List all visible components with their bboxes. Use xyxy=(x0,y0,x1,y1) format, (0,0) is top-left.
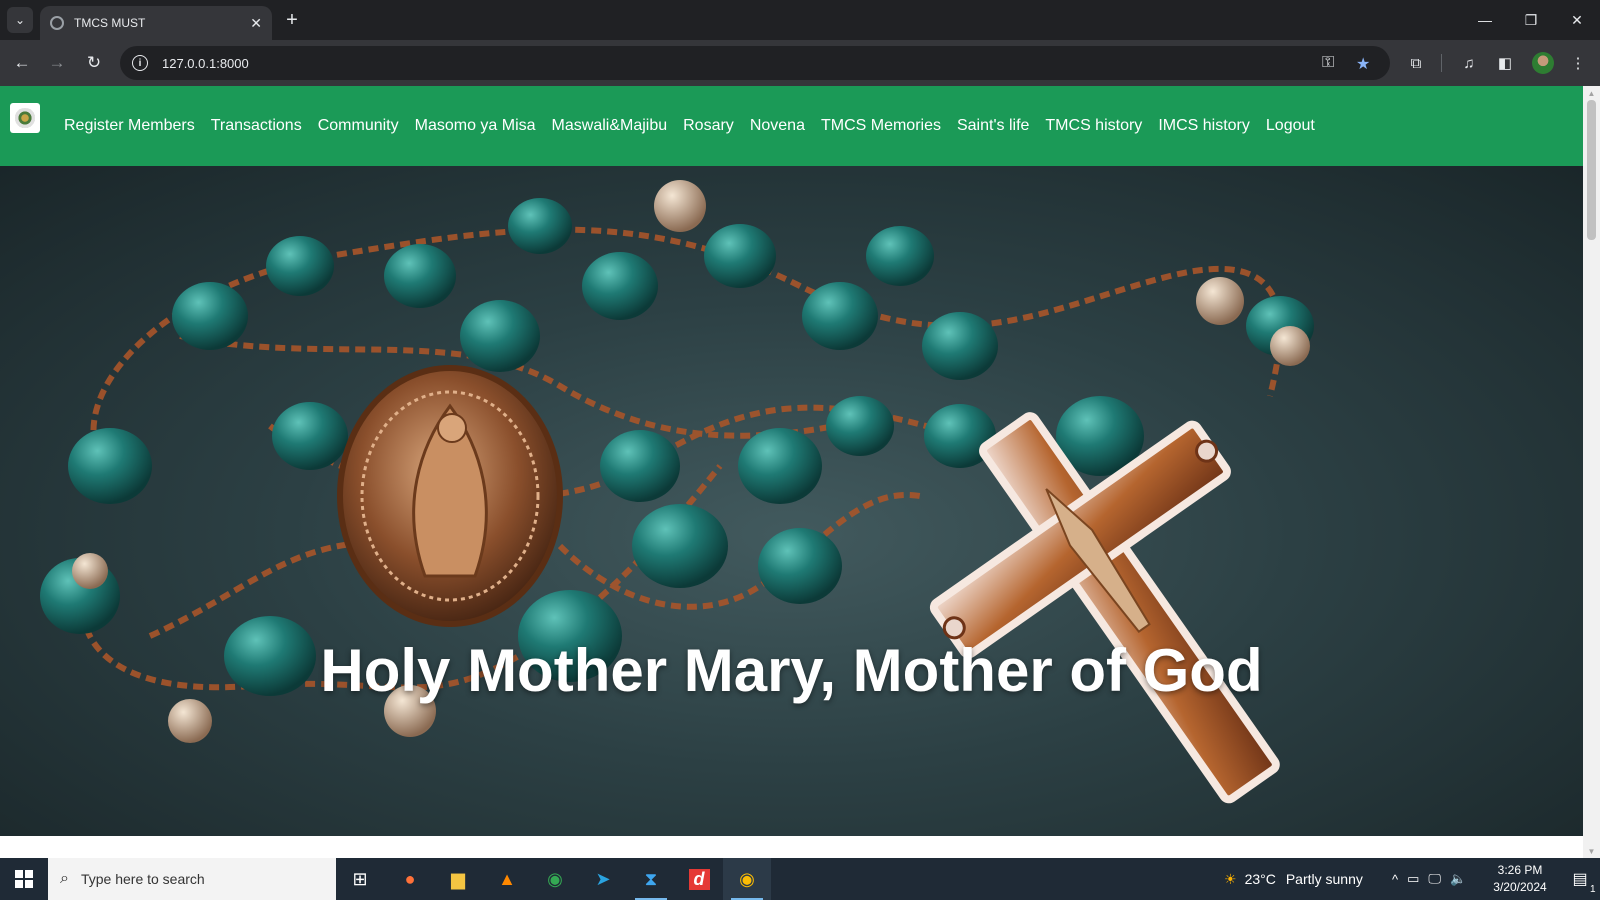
hero-banner: Holy Mother Mary, Mother of God xyxy=(0,166,1583,836)
d-app-icon[interactable]: d xyxy=(675,858,723,900)
profile-avatar[interactable] xyxy=(1532,52,1554,74)
nav-tmcs-memories[interactable]: TMCS Memories xyxy=(821,117,941,135)
minimize-button[interactable]: — xyxy=(1462,0,1508,40)
browser-tabstrip: ⌄ TMCS MUST ✕ + — ❐ ✕ xyxy=(0,0,1600,40)
notification-count-badge: 1 xyxy=(1590,884,1596,895)
tab-close-icon[interactable]: ✕ xyxy=(250,15,262,32)
weather-desc: Partly sunny xyxy=(1285,871,1363,887)
telegram-icon[interactable]: ➤ xyxy=(579,858,627,900)
network-icon[interactable]: 🖵 xyxy=(1428,871,1441,887)
scroll-down-arrow-icon[interactable]: ▼ xyxy=(1583,844,1600,858)
weather-widget[interactable]: ☀ 23°C Partly sunny xyxy=(1224,858,1363,900)
vscode-icon[interactable]: ⧗ xyxy=(627,858,675,900)
windows-logo-icon xyxy=(15,870,33,888)
nav-maswali-majibu[interactable]: Maswali&Majibu xyxy=(552,117,668,135)
tab-title: TMCS MUST xyxy=(74,16,146,30)
search-icon: ⌕ xyxy=(60,870,69,887)
vlc-icon[interactable]: ▲ xyxy=(483,858,531,900)
miraculous-medal xyxy=(337,365,563,627)
scrollbar-thumb[interactable] xyxy=(1587,100,1596,240)
address-bar[interactable]: i 127.0.0.1:8000 ⚿ ★ xyxy=(120,46,1390,80)
side-panel-icon[interactable]: ◧ xyxy=(1494,52,1516,74)
page-viewport: Register Members Transactions Community … xyxy=(0,86,1600,858)
toolbar-divider xyxy=(1441,54,1442,72)
volume-icon[interactable]: 🔈 xyxy=(1450,871,1466,887)
more-menu-icon[interactable]: ⋮ xyxy=(1567,52,1589,74)
restore-button[interactable]: ❐ xyxy=(1508,0,1554,40)
media-control-icon[interactable]: ♫ xyxy=(1458,52,1480,74)
system-tray: ^ ▭ 🖵 🔈 xyxy=(1392,858,1466,900)
nav-rosary[interactable]: Rosary xyxy=(683,117,734,135)
reload-icon[interactable]: ↻ xyxy=(82,51,106,75)
notification-center-icon[interactable]: ▤ 1 xyxy=(1560,858,1600,900)
file-explorer-icon[interactable]: ▆ xyxy=(434,858,482,900)
battery-icon[interactable]: ▭ xyxy=(1407,871,1419,887)
nav-community[interactable]: Community xyxy=(318,117,399,135)
extensions-puzzle-icon[interactable]: ⧉ xyxy=(1405,52,1427,74)
nav-saints-life[interactable]: Saint's life xyxy=(957,117,1029,135)
firefox-icon[interactable]: ● xyxy=(386,858,434,900)
chrome-icon[interactable]: ◉ xyxy=(531,858,579,900)
scroll-up-arrow-icon[interactable]: ▲ xyxy=(1583,86,1600,100)
task-view-icon[interactable]: ⊞ xyxy=(336,858,384,900)
forward-arrow-icon[interactable]: → xyxy=(45,51,69,75)
nav-register-members[interactable]: Register Members xyxy=(64,117,195,135)
browser-toolbar: ← → ↻ i 127.0.0.1:8000 ⚿ ★ ⧉ ♫ ◧ ⋮ xyxy=(0,40,1600,86)
nav-imcs-history[interactable]: IMCS history xyxy=(1158,117,1250,135)
browser-tab-active[interactable]: TMCS MUST ✕ xyxy=(40,6,272,40)
taskbar-search-placeholder[interactable]: Type here to search xyxy=(81,871,205,887)
windows-taskbar: ⌕ Type here to search ⊞ ● ▆ ▲ ◉ ➤ ⧗ d ◉ … xyxy=(0,858,1600,900)
taskbar-search-box[interactable]: ⌕ Type here to search xyxy=(48,858,336,900)
clock-date: 3/20/2024 xyxy=(1493,880,1547,894)
new-tab-button[interactable]: + xyxy=(280,8,304,32)
window-close-button[interactable]: ✕ xyxy=(1554,0,1600,40)
hero-title: Holy Mother Mary, Mother of God xyxy=(320,637,1263,704)
page-scrollbar[interactable]: ▲ ▼ xyxy=(1583,86,1600,858)
clock-time: 3:26 PM xyxy=(1497,863,1543,877)
nav-logout[interactable]: Logout xyxy=(1266,117,1315,135)
start-button[interactable] xyxy=(0,858,48,900)
taskbar-clock[interactable]: 3:26 PM 3/20/2024 xyxy=(1480,862,1560,896)
nav-novena[interactable]: Novena xyxy=(750,117,805,135)
address-url[interactable]: 127.0.0.1:8000 xyxy=(162,56,249,71)
nav-transactions[interactable]: Transactions xyxy=(211,117,302,135)
tab-search-chevron-down-icon[interactable]: ⌄ xyxy=(7,7,33,33)
chrome-active-icon[interactable]: ◉ xyxy=(723,858,771,900)
password-key-icon[interactable]: ⚿ xyxy=(1322,54,1334,72)
bookmark-star-icon[interactable]: ★ xyxy=(1356,54,1370,74)
site-navbar: Register Members Transactions Community … xyxy=(0,86,1583,166)
nav-masomo-ya-misa[interactable]: Masomo ya Misa xyxy=(415,117,536,135)
weather-temp: 23°C xyxy=(1244,871,1276,887)
globe-icon xyxy=(50,16,64,30)
site-logo[interactable] xyxy=(10,103,40,133)
rosary-illustration xyxy=(40,180,1314,804)
nav-tmcs-history[interactable]: TMCS history xyxy=(1045,117,1142,135)
show-hidden-icons-chevron-up-icon[interactable]: ^ xyxy=(1392,872,1398,887)
tmcs-emblem-icon xyxy=(15,108,35,128)
back-arrow-icon[interactable]: ← xyxy=(10,51,34,75)
partly-sunny-icon: ☀ xyxy=(1224,870,1237,887)
site-info-icon[interactable]: i xyxy=(132,55,148,71)
